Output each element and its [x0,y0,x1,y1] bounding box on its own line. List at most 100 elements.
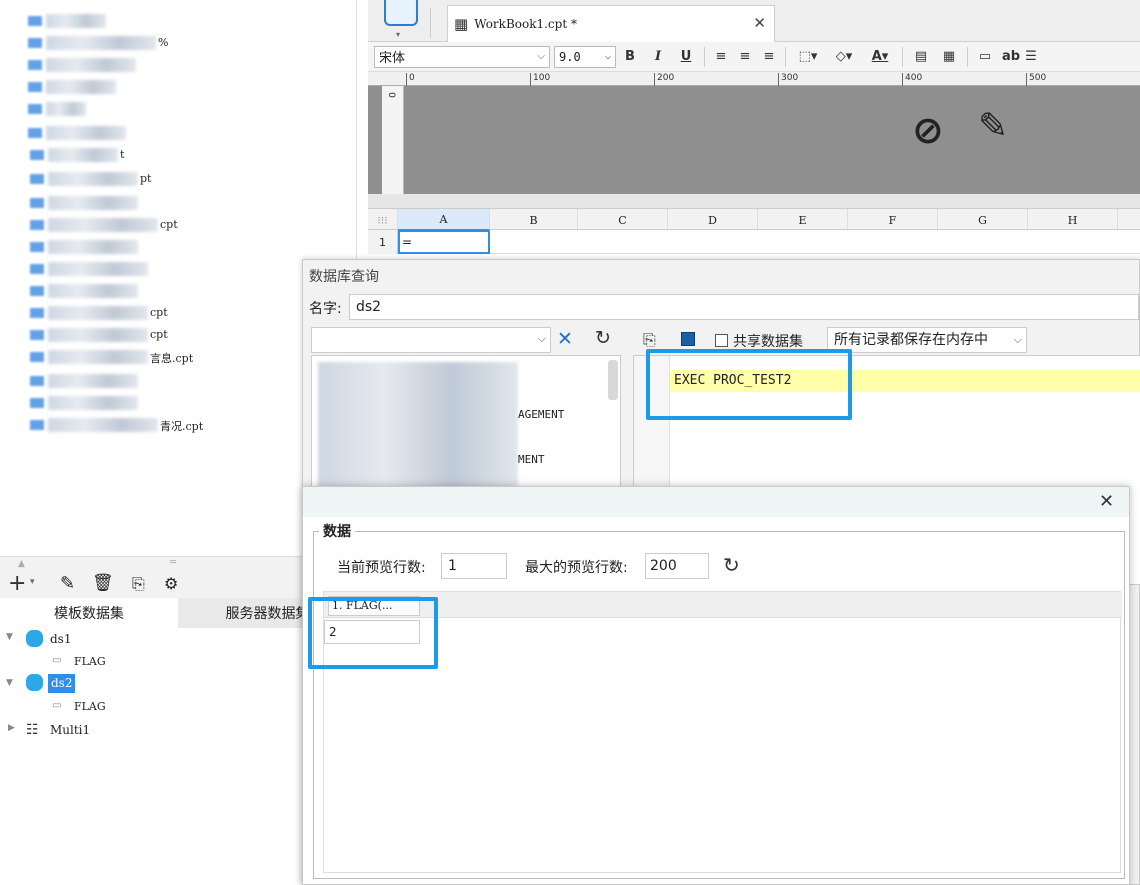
font-size-select[interactable]: 9.0 ⌵ [554,45,616,68]
column-header-g[interactable]: G [938,209,1028,231]
format-toolbar: 宋体 ⌵ 9.0 ⌵ B I U ≡ ≡ ≡ ⬚▾ ◇▾ A▾ ▤ ▦ ▭ ab ☰ [368,42,1140,72]
edit-dataset-icon[interactable]: ✎ [60,573,75,594]
blurred-name [46,80,116,94]
blurred-name [46,58,136,72]
dataset-multi1[interactable]: Multi1 [50,723,90,737]
splitter-handle-icon[interactable]: ═ [170,557,176,568]
max-rows-input[interactable]: 200 [645,553,709,579]
canvas-gap [368,194,1140,208]
column-header-a[interactable]: A [398,209,490,231]
merge-cells-icon[interactable]: ▤ [907,46,935,68]
split-cells-icon[interactable]: ▦ [935,46,963,68]
tab-template-dataset[interactable]: 模板数据集 [0,598,178,628]
preview-icon[interactable]: ⎘ [643,330,656,350]
divider [704,46,705,67]
file-icon [30,242,44,252]
file-icon [30,352,44,362]
font-size-value: 9.0 [559,49,581,64]
expand-ds1-icon[interactable]: ▼ [6,632,13,642]
connection-select[interactable]: ⌵ [311,327,551,353]
collapse-up-icon[interactable]: ▲ [18,559,25,569]
blurred-name [48,396,138,410]
border-icon[interactable]: ⬚▾ [790,46,826,68]
share-dataset-checkbox[interactable] [715,334,728,347]
multi-dataset-icon: ☷ [26,722,39,738]
align-left-icon[interactable]: ≡ [709,46,733,68]
data-preview-dialog: ✕ 数据 当前预览行数: 1 最大的预览行数: 200 ↻ 1. FLAG(..… [302,486,1130,885]
align-right-icon[interactable]: ≡ [757,46,781,68]
expand-ds2-icon[interactable]: ▼ [6,678,13,688]
table-list-scrollbar[interactable] [608,360,618,400]
select-all-icon[interactable]: ⁝⁝⁝ [368,209,398,231]
column-header-b[interactable]: B [490,209,578,231]
file-name-suffix: 言息.cpt [150,352,194,365]
add-dropdown-icon[interactable]: ▾ [30,577,35,587]
file-name-suffix: cpt [150,306,168,319]
tab-workbook1[interactable]: ▦ WorkBook1.cpt * ✕ [447,5,775,42]
highlight-result [308,597,438,669]
refresh-connection-icon[interactable]: ↻ [595,327,611,349]
field-flag-ds2[interactable]: FLAG [74,700,106,713]
storage-value: 所有记录都保存在内存中 [834,332,988,348]
blurred-name [48,218,158,232]
text-field-icon[interactable]: ▭ [972,46,998,68]
share-dataset-label: 共享数据集 [733,334,803,350]
dataset-ds2[interactable]: ds2 [48,674,76,693]
column-header-d[interactable]: D [668,209,758,231]
refresh-preview-icon[interactable]: ↻ [723,553,740,577]
italic-button[interactable]: I [644,46,672,68]
save-icon[interactable] [681,332,695,346]
vertical-ruler: 0 [382,86,404,194]
report-header-canvas: 0 ⊘ ✎ [368,86,1140,194]
dataset-settings-icon[interactable]: ⚙ [164,574,178,593]
column-header-e[interactable]: E [758,209,848,231]
file-icon [30,220,44,230]
font-family-select[interactable]: 宋体 ⌵ [374,45,550,68]
app-logo-icon [384,0,418,26]
file-icon [30,174,44,184]
dataset-ds1[interactable]: ds1 [50,632,71,646]
align-center-icon[interactable]: ≡ [733,46,757,68]
blurred-name [48,284,138,298]
edit-pencil-icon[interactable]: ✎ [978,106,1008,147]
more-tools-icon[interactable]: ☰ [1024,46,1038,68]
dropdown-arrow-icon[interactable]: ▾ [396,30,400,39]
column-header-f[interactable]: F [848,209,938,231]
workbook-icon: ▦ [454,15,469,33]
preview-dataset-icon[interactable]: ⎘ [132,574,145,594]
font-color-icon[interactable]: A▾ [862,46,898,68]
name-label: 名字: [309,301,342,317]
bold-button[interactable]: B [616,46,644,68]
field-icon: ▭ [52,700,62,711]
text-widget-button[interactable]: ab [998,46,1024,68]
ruler-mark: 0 [406,73,415,86]
file-name-suffix: 青况.cpt [160,420,204,433]
underline-button[interactable]: U [672,46,700,68]
field-flag-ds1[interactable]: FLAG [74,655,106,668]
add-dataset-icon[interactable]: + [8,571,26,596]
storage-select[interactable]: 所有记录都保存在内存中 ⌵ [827,327,1027,353]
delete-dataset-icon[interactable]: 🗑 [92,573,114,593]
name-input[interactable]: ds2 [349,294,1139,320]
table-name-fragment: AGEMENT [518,408,565,421]
column-header-h[interactable]: H [1028,209,1118,231]
row-number[interactable]: 1 [368,230,398,254]
fill-color-icon[interactable]: ◇▾ [826,46,862,68]
highlight-sql [646,349,852,420]
file-name-suffix: cpt [150,328,168,341]
hide-icon[interactable]: ⊘ [912,108,944,152]
column-header-c[interactable]: C [578,209,668,231]
close-tab-icon[interactable]: ✕ [753,14,766,32]
folder-icon [28,82,42,92]
blurred-name [48,328,148,342]
connection-settings-icon[interactable]: ✕ [557,328,573,350]
column-header-row: ⁝⁝⁝ ABCDEFGH [368,208,1140,231]
expand-multi1-icon[interactable]: ▶ [8,723,15,733]
file-icon [30,198,44,208]
cell-a1[interactable]: = [398,230,490,254]
file-icon [30,150,44,160]
current-rows-input[interactable]: 1 [441,553,507,579]
file-icon [30,330,44,340]
folder-icon [28,128,42,138]
close-dialog-icon[interactable]: ✕ [1099,491,1114,512]
